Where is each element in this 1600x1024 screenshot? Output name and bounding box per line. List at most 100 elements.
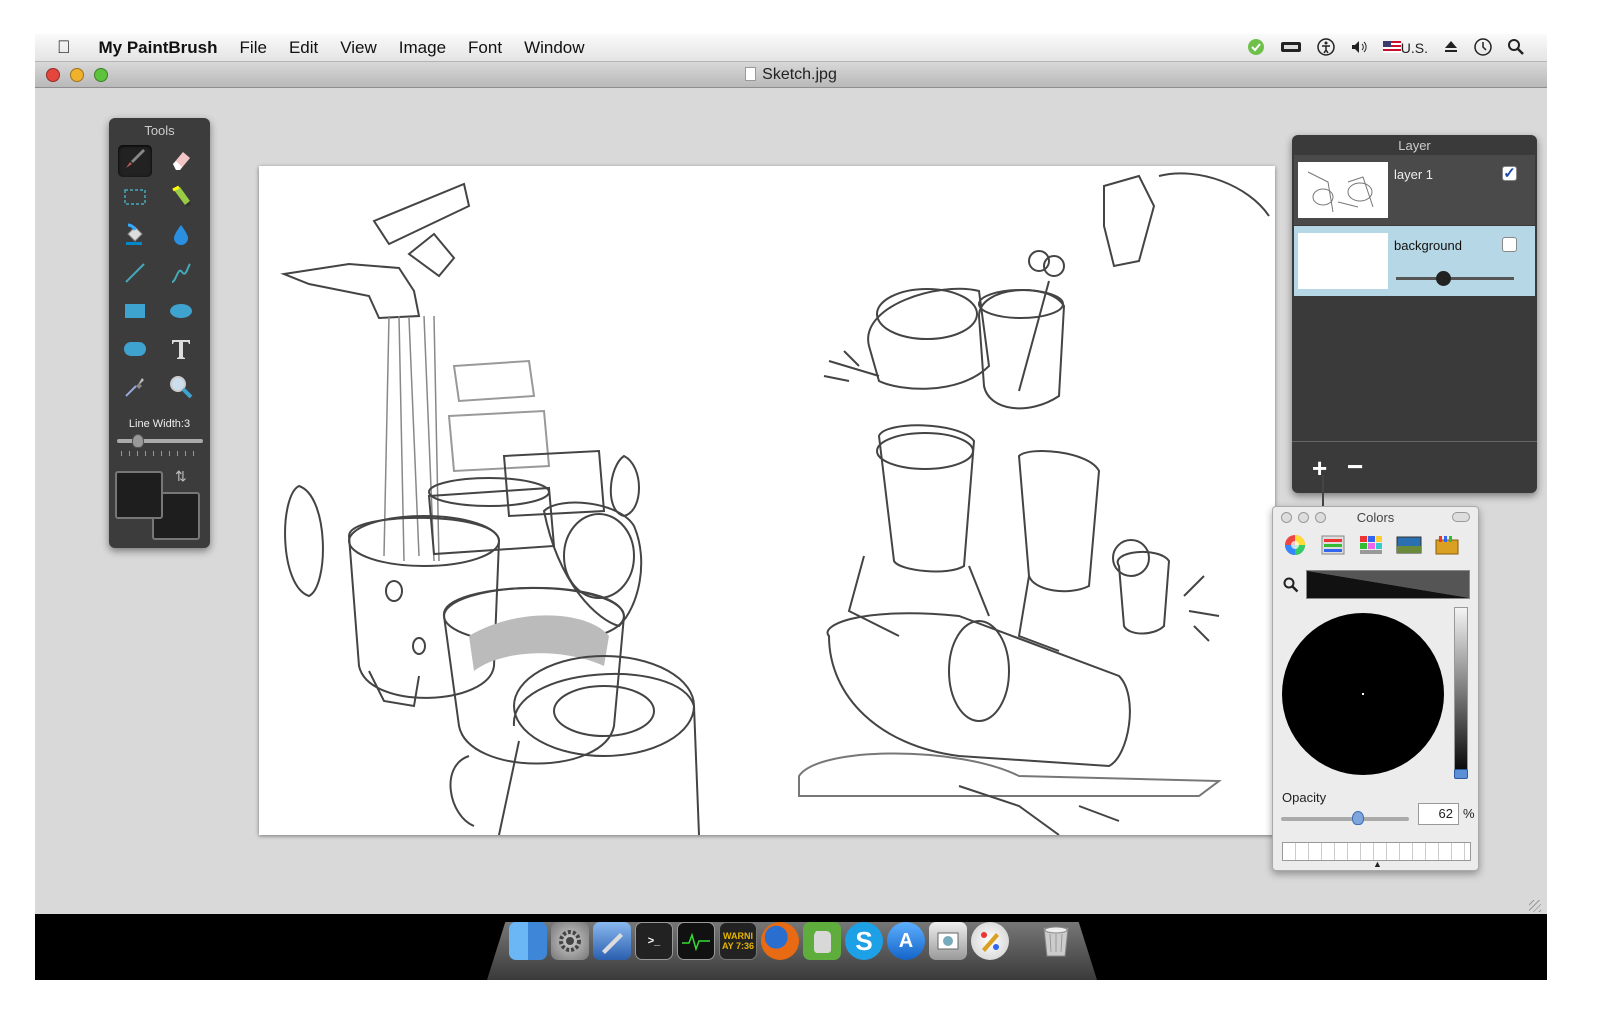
menu-image[interactable]: Image (399, 38, 446, 58)
curve-icon (168, 260, 194, 291)
xcode-icon[interactable] (593, 922, 631, 960)
menu-view[interactable]: View (340, 38, 377, 58)
water-drop-icon (168, 222, 194, 253)
app-name-menu[interactable]: My PaintBrush (99, 38, 218, 58)
swatches-drag-handle[interactable]: ▲ (1373, 859, 1382, 869)
document-icon (745, 67, 757, 81)
zoom-tool[interactable] (164, 373, 198, 405)
document-title: Sketch.jpg (35, 66, 1547, 84)
rounded-rectangle-tool[interactable] (118, 335, 152, 367)
color-wheel[interactable] (1282, 613, 1444, 775)
crayons-mode[interactable] (1433, 534, 1461, 558)
magic-wand-tool[interactable] (164, 183, 198, 215)
line-width-slider-thumb[interactable] (132, 434, 144, 448)
curve-tool[interactable] (164, 259, 198, 291)
color-palettes-mode[interactable] (1357, 534, 1385, 558)
paintbrush-app-icon[interactable] (971, 922, 1009, 960)
colors-title: Colors (1356, 510, 1395, 525)
marquee-icon (122, 184, 148, 215)
color-sliders-mode[interactable] (1319, 534, 1347, 558)
volume-icon[interactable] (1350, 39, 1368, 58)
input-source-label: U.S. (1400, 40, 1428, 56)
menu-font[interactable]: Font (468, 38, 502, 58)
window-titlebar: Sketch.jpg (35, 62, 1547, 88)
magnifier-icon[interactable] (1283, 577, 1299, 596)
swap-colors-icon[interactable]: ⇅ (175, 468, 187, 485)
text-tool[interactable] (164, 335, 198, 367)
window-resize-grip[interactable] (1529, 900, 1541, 912)
rectangle-select-tool[interactable] (118, 183, 152, 215)
tools-palette: Tools Line Width:3 ⇅ (109, 118, 210, 548)
fill-bucket-tool[interactable] (118, 221, 152, 253)
layers-divider (1292, 441, 1537, 442)
menu-edit[interactable]: Edit (289, 38, 318, 58)
layer-visibility-checkbox[interactable]: ✓ (1502, 166, 1517, 181)
layers-panel: Layer layer 1 ✓ background + − (1292, 135, 1537, 493)
line-tool[interactable] (118, 259, 152, 291)
brush-icon (122, 146, 148, 177)
line-width-ticks (121, 451, 199, 456)
layer-opacity-slider-thumb[interactable] (1436, 271, 1451, 286)
remove-layer-button[interactable]: − (1347, 451, 1363, 483)
console-icon[interactable]: WARNI AY 7:36 (719, 922, 757, 960)
skype-icon[interactable]: S (845, 922, 883, 960)
preview-icon[interactable] (929, 922, 967, 960)
time-machine-icon[interactable] (1474, 37, 1492, 59)
opacity-slider-thumb[interactable] (1352, 811, 1364, 825)
colors-toolbar-toggle[interactable] (1452, 512, 1470, 522)
brightness-slider[interactable] (1454, 607, 1468, 777)
spotlight-search-icon[interactable] (1507, 38, 1525, 59)
add-layer-button[interactable]: + (1312, 453, 1327, 484)
line-icon (122, 260, 148, 291)
eject-icon[interactable] (1443, 39, 1459, 58)
eyedropper-tool[interactable] (164, 221, 198, 253)
eraser-tool[interactable] (164, 145, 198, 177)
apple-menu-icon[interactable]:  (57, 37, 71, 58)
layer-opacity-slider[interactable] (1396, 277, 1514, 280)
menu-bar:  My PaintBrush File Edit View Image Fon… (35, 34, 1547, 62)
accessibility-icon[interactable] (1317, 37, 1335, 59)
foreground-color-well[interactable] (115, 471, 163, 519)
rectangle-tool[interactable] (118, 297, 152, 329)
brightness-slider-thumb[interactable] (1454, 769, 1468, 779)
current-color-swatch[interactable] (1306, 570, 1470, 599)
input-source-menu[interactable]: U.S. (1382, 40, 1428, 56)
battery-status-icon[interactable] (1280, 40, 1302, 57)
panel-connector (1322, 475, 1324, 509)
layer-thumbnail (1298, 233, 1388, 289)
finder-icon[interactable] (509, 922, 547, 960)
terminal-icon[interactable]: >_ (635, 922, 673, 960)
opacity-slider[interactable] (1281, 817, 1409, 821)
evernote-icon[interactable] (803, 922, 841, 960)
magnifier-icon (168, 374, 194, 405)
opacity-value-field[interactable]: 62 (1418, 803, 1459, 825)
ellipse-icon (168, 298, 194, 329)
ellipse-tool[interactable] (164, 297, 198, 329)
brush-tool[interactable] (118, 145, 152, 177)
opacity-unit: % (1463, 806, 1475, 821)
layer-row-layer1[interactable]: layer 1 ✓ (1294, 155, 1535, 225)
color-picker-tool[interactable] (118, 373, 152, 405)
layer-name: background (1394, 238, 1462, 253)
trash-icon[interactable] (1037, 922, 1075, 960)
line-width-slider[interactable] (117, 439, 203, 443)
app-store-icon[interactable]: A (887, 922, 925, 960)
evernote-status-icon[interactable] (1247, 38, 1265, 59)
opacity-label: Opacity (1282, 790, 1327, 805)
color-wheel-mode[interactable] (1281, 534, 1309, 558)
layer-visibility-checkbox[interactable] (1502, 237, 1517, 252)
menu-file[interactable]: File (240, 38, 267, 58)
image-palettes-mode[interactable] (1395, 534, 1423, 558)
drawing-canvas[interactable] (259, 166, 1275, 836)
firefox-icon[interactable] (761, 922, 799, 960)
system-preferences-icon[interactable] (551, 922, 589, 960)
rounded-rectangle-icon (122, 336, 148, 367)
menu-window[interactable]: Window (524, 38, 584, 58)
us-flag-icon (1382, 40, 1401, 56)
console-text-line-2: AY 7:36 (721, 941, 755, 951)
crayons-icon (1434, 534, 1460, 559)
image-palettes-icon (1396, 534, 1422, 559)
layer-row-background[interactable]: background (1294, 226, 1535, 296)
activity-monitor-icon[interactable] (677, 922, 715, 960)
layer-thumbnail (1298, 162, 1388, 218)
